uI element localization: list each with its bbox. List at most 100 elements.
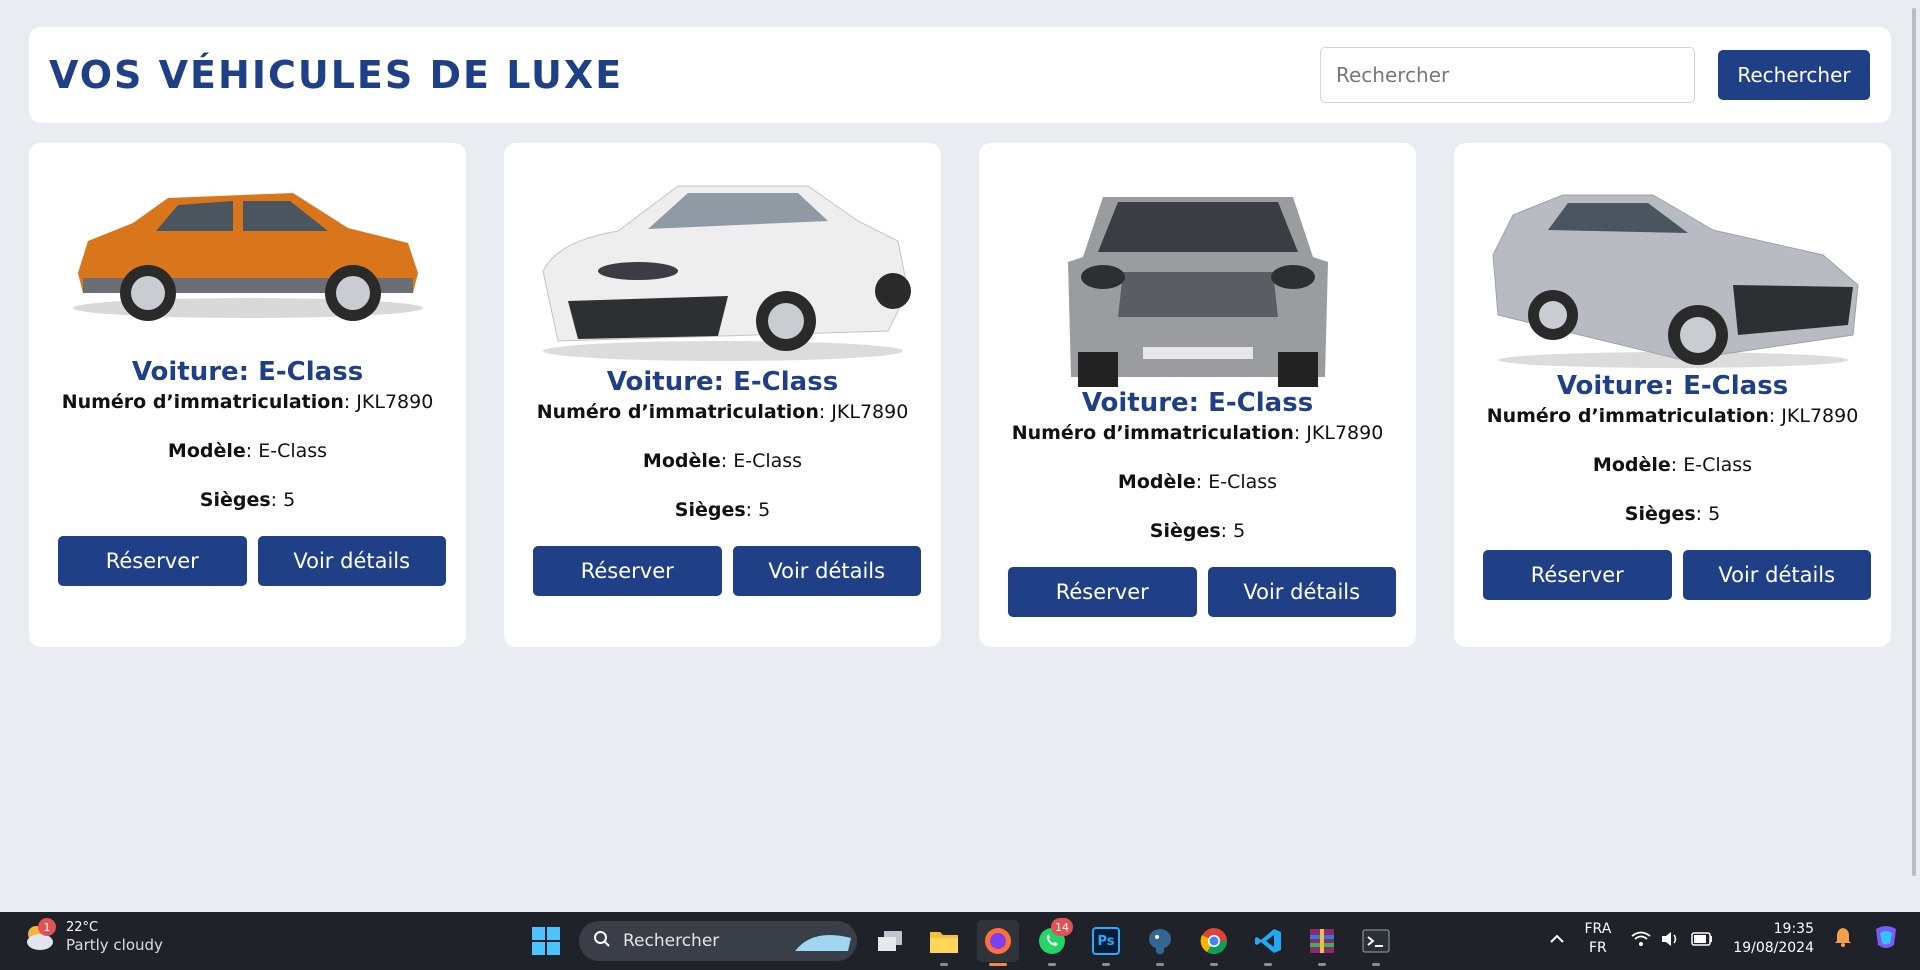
task-view-icon[interactable] [869,920,911,962]
seats-label: Sièges [674,498,746,521]
plate-label: Numéro d’immatriculation [1486,405,1769,427]
whatsapp-badge: 14 [1051,918,1073,936]
details-button[interactable]: Voir détails [257,536,446,587]
reserve-button[interactable]: Réserver [1008,567,1197,618]
file-explorer-icon[interactable] [923,920,965,966]
seats-value: : 5 [745,498,771,521]
car-title: Voiture: E-Class [606,367,839,397]
system-tray: FRA FR 19:35 19/08/2024 [1549,920,1901,958]
app-indicator-active [989,963,1007,966]
photoshop-label: Ps [1092,927,1120,955]
clock[interactable]: 19:35 19/08/2024 [1733,920,1814,958]
app-indicator [1048,963,1056,966]
app-indicator [1318,963,1326,966]
seats: Sièges: 5 [1150,520,1245,543]
weather-condition: Partly cloudy [66,935,163,954]
firefox-icon[interactable] [977,920,1019,966]
seats: Sièges: 5 [675,499,770,522]
vscode-icon[interactable] [1247,920,1289,966]
seats-label: Sièges [1149,519,1221,542]
car-card: Voiture: E-Class Numéro d’immatriculatio… [979,143,1416,647]
search-icon [593,930,611,953]
card-actions: Réserver Voir détails [504,546,941,597]
taskbar-search[interactable]: Rechercher [579,921,857,961]
details-button[interactable]: Voir détails [1682,550,1871,601]
car-card: Voiture: E-Class Numéro d’immatriculatio… [504,143,941,647]
card-actions: Réserver Voir détails [979,567,1416,618]
reserve-button[interactable]: Réserver [58,536,247,587]
car-card: Voiture: E-Class Numéro d’immatriculatio… [1454,143,1891,647]
language-top: FRA [1584,921,1612,937]
copilot-icon[interactable] [1872,923,1900,955]
windows-start-icon[interactable] [525,920,567,962]
app-indicator [940,963,948,966]
seats-value: : 5 [1695,502,1721,525]
car-image [72,193,423,321]
clock-date: 19/08/2024 [1733,939,1814,956]
plate-value: : JKL7890 [343,391,434,413]
seats-value: : 5 [270,488,296,511]
model-value: : E-Class [245,439,328,462]
language-bottom: FR [1589,939,1607,956]
reserve-button[interactable]: Réserver [1483,550,1672,601]
model: Modèle: E-Class [1593,454,1752,477]
details-button[interactable]: Voir détails [1207,567,1396,618]
model-value: : E-Class [720,449,803,472]
seats: Sièges: 5 [200,489,295,512]
page-scrollbar[interactable] [1912,8,1916,876]
seats-label: Sièges [1624,502,1696,525]
model-label: Modèle [1117,470,1196,493]
seats: Sièges: 5 [1625,503,1720,526]
plate-label: Numéro d’immatriculation [61,391,344,413]
car-card: Voiture: E-Class Numéro d’immatriculatio… [29,143,466,647]
car-image [1491,194,1859,368]
battery-icon [1691,932,1713,946]
weather-temp: 22°C [66,920,99,936]
tray-icons[interactable] [1631,931,1713,947]
search-bar: Rechercher [1320,47,1870,103]
chrome-icon[interactable] [1193,920,1235,966]
wifi-icon [1631,931,1651,946]
partly-cloudy-icon: 1 [22,918,56,954]
page-title: VOS VÉHICULES DE LUXE [49,53,624,97]
volume-icon [1662,931,1677,946]
weather-badge: 1 [38,918,56,936]
seats-value: : 5 [1220,519,1246,542]
search-input[interactable] [1320,47,1695,103]
terminal-icon[interactable] [1355,920,1397,966]
postgresql-icon[interactable] [1139,920,1181,966]
winrar-icon[interactable] [1301,920,1343,966]
chevron-up-icon[interactable] [1549,929,1565,948]
language-indicator[interactable]: FRA FR [1585,920,1612,958]
model: Modèle: E-Class [168,440,327,463]
seats-label: Sièges [199,488,271,511]
app-indicator [1372,963,1380,966]
model: Modèle: E-Class [1118,471,1277,494]
search-button[interactable]: Rechercher [1718,50,1870,100]
taskbar: 1 22°C Partly cloudy Rechercher 14 Ps FR… [0,912,1920,970]
plate-number: Numéro d’immatriculation: JKL7890 [62,391,434,414]
model: Modèle: E-Class [643,450,802,473]
whatsapp-icon[interactable]: 14 [1031,918,1073,966]
clock-time: 19:35 [1773,921,1814,937]
details-button[interactable]: Voir détails [732,546,921,597]
weather-widget[interactable]: 1 22°C Partly cloudy [22,918,163,954]
taskbar-search-label: Rechercher [623,931,720,951]
car-image [1067,197,1328,387]
reserve-button[interactable]: Réserver [533,546,722,597]
plate-number: Numéro d’immatriculation: JKL7890 [537,401,909,424]
car-image [541,185,911,361]
card-actions: Réserver Voir détails [1454,550,1891,601]
app-indicator [1156,963,1164,966]
model-value: : E-Class [1195,470,1278,493]
notification-bell-icon[interactable] [1834,927,1852,951]
model-label: Modèle [1592,453,1671,476]
car-title: Voiture: E-Class [1556,371,1789,401]
search-highlight-icon [795,934,851,951]
plate-value: : JKL7890 [1293,422,1384,444]
photoshop-icon[interactable]: Ps [1085,920,1127,966]
plate-label: Numéro d’immatriculation [536,401,819,423]
car-title: Voiture: E-Class [131,357,364,387]
plate-number: Numéro d’immatriculation: JKL7890 [1487,405,1859,428]
page-header: VOS VÉHICULES DE LUXE Rechercher [29,27,1891,123]
